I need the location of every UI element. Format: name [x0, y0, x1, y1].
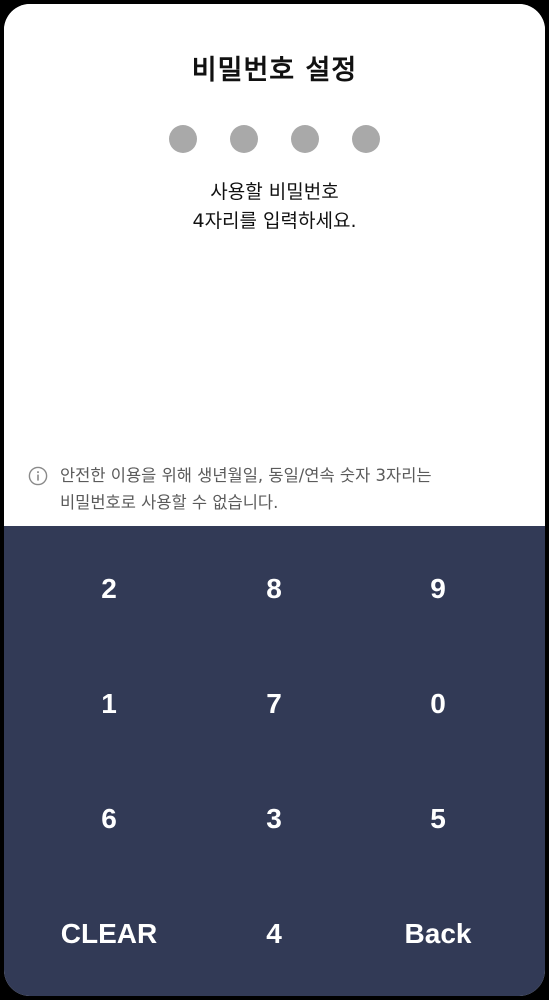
- key-3[interactable]: 3: [184, 761, 364, 876]
- pin-dot-2: [230, 125, 258, 153]
- notice-line-2: 비밀번호로 사용할 수 없습니다.: [60, 493, 279, 512]
- notice-line-1: 안전한 이용을 위해 생년월일, 동일/연속 숫자 3자리는: [60, 466, 432, 485]
- clear-button[interactable]: CLEAR: [19, 876, 199, 991]
- pin-dot-1: [169, 125, 197, 153]
- key-7[interactable]: 7: [184, 646, 364, 761]
- key-2[interactable]: 2: [19, 531, 199, 646]
- back-button[interactable]: Back: [348, 876, 528, 991]
- key-1[interactable]: 1: [19, 646, 199, 761]
- number-keypad: 2 8 9 1 7 0 6 3 5 CLEAR 4 Back: [4, 526, 545, 996]
- prompt-line-2: 4자리를 입력하세요.: [192, 210, 357, 232]
- pin-dot-4: [352, 125, 380, 153]
- key-0[interactable]: 0: [348, 646, 528, 761]
- prompt-line-1: 사용할 비밀번호: [210, 181, 339, 203]
- pin-setup-panel: 비밀번호 설정 사용할 비밀번호 4자리를 입력하세요. 안전한 이용을 위해 …: [4, 4, 545, 526]
- phone-screen: 비밀번호 설정 사용할 비밀번호 4자리를 입력하세요. 안전한 이용을 위해 …: [4, 4, 545, 996]
- notice-text: 안전한 이용을 위해 생년월일, 동일/연속 숫자 3자리는 비밀번호로 사용할…: [60, 462, 432, 516]
- pin-prompt: 사용할 비밀번호 4자리를 입력하세요.: [4, 178, 545, 236]
- security-notice: 안전한 이용을 위해 생년월일, 동일/연속 숫자 3자리는 비밀번호로 사용할…: [28, 462, 528, 516]
- key-6[interactable]: 6: [19, 761, 199, 876]
- page-title: 비밀번호 설정: [191, 55, 358, 86]
- key-9[interactable]: 9: [348, 531, 528, 646]
- key-8[interactable]: 8: [184, 531, 364, 646]
- pin-dot-3: [291, 125, 319, 153]
- info-icon: [28, 466, 48, 486]
- pin-indicator: [4, 125, 545, 155]
- key-5[interactable]: 5: [348, 761, 528, 876]
- key-4[interactable]: 4: [184, 876, 364, 991]
